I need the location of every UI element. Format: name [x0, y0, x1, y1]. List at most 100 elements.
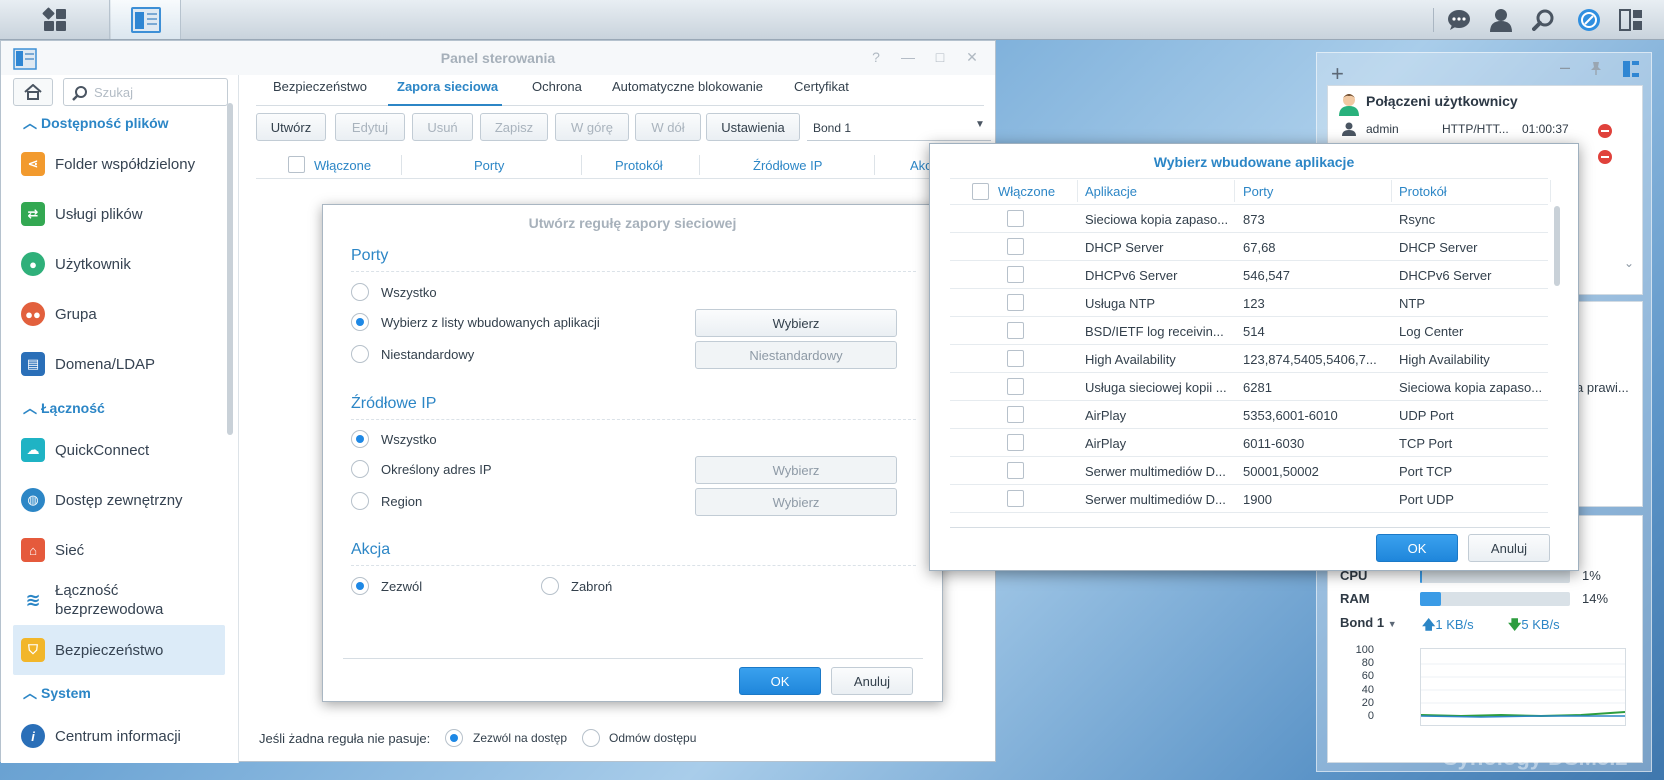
taskbar-control-panel-button[interactable]: [111, 0, 181, 39]
app-enable-checkbox[interactable]: [1007, 434, 1024, 451]
app-row[interactable]: AirPlay 6011-6030 TCP Port: [950, 429, 1548, 457]
sidebar-item-external-access[interactable]: ◍ Dostęp zewnętrzny: [13, 475, 225, 525]
app-enable-checkbox[interactable]: [1007, 406, 1024, 423]
search-input[interactable]: Szukaj: [63, 78, 228, 106]
main-menu-button[interactable]: [0, 0, 110, 39]
app-row[interactable]: AirPlay 5353,6001-6010 UDP Port: [950, 401, 1548, 429]
tab-security[interactable]: Bezpieczeństwo: [273, 79, 367, 94]
section-file-access[interactable]: ︿ Dostępność plików: [23, 113, 169, 133]
sidebar-item-quickconnect[interactable]: ☁ QuickConnect: [13, 425, 225, 475]
bond-selector[interactable]: Bond 1 ▼: [1340, 615, 1397, 630]
sidebar-item-security[interactable]: ⛉ Bezpieczeństwo: [13, 625, 225, 675]
notifications-icon[interactable]: [1446, 7, 1472, 33]
apps-cancel-button[interactable]: Anuluj: [1468, 534, 1550, 562]
search-icon[interactable]: [1530, 7, 1556, 33]
app-row[interactable]: DHCPv6 Server 546,547 DHCPv6 Server: [950, 261, 1548, 289]
select-ip-button[interactable]: Wybierz: [695, 456, 897, 484]
column-enabled[interactable]: Włączone: [998, 184, 1055, 199]
sidebar-item-domain-ldap[interactable]: ▤ Domena/LDAP: [13, 339, 225, 389]
window-titlebar[interactable]: Panel sterowania ? — □ ✕: [1, 41, 995, 75]
tab-firewall[interactable]: Zapora sieciowa: [397, 79, 498, 94]
app-enable-checkbox[interactable]: [1007, 322, 1024, 339]
widgets-icon[interactable]: [1618, 7, 1644, 33]
app-enable-checkbox[interactable]: [1007, 350, 1024, 367]
app-row[interactable]: BSD/IETF log receivin... 514 Log Center: [950, 317, 1548, 345]
ports-custom-radio[interactable]: [351, 345, 369, 363]
kick-user-icon[interactable]: [1598, 124, 1612, 138]
move-up-button[interactable]: W górę: [555, 113, 629, 141]
sidebar-item-file-services[interactable]: ⇄ Usługi plików: [13, 189, 225, 239]
section-system[interactable]: ︿ System: [23, 683, 91, 703]
column-protocol[interactable]: Protokół: [615, 158, 663, 173]
app-row[interactable]: Usługa sieciowej kopii ... 6281 Sieciowa k…: [950, 373, 1548, 401]
tab-auto-block[interactable]: Automatyczne blokowanie: [612, 79, 763, 94]
delete-button[interactable]: Usuń: [412, 113, 473, 141]
app-enable-checkbox[interactable]: [1007, 210, 1024, 227]
rule-cancel-button[interactable]: Anuluj: [831, 667, 913, 695]
app-row[interactable]: Serwer multimediów D... 50001,50002 Port T…: [950, 457, 1548, 485]
source-all-radio[interactable]: [351, 430, 369, 448]
pin-icon[interactable]: [1589, 61, 1601, 75]
select-region-button[interactable]: Wybierz: [695, 488, 897, 516]
sidebar-item-wireless[interactable]: ≋ Łączność bezprzewodowa: [13, 575, 225, 625]
save-button[interactable]: Zapisz: [480, 113, 548, 141]
panel-layout-icon[interactable]: [1623, 61, 1639, 80]
source-region-radio[interactable]: [351, 492, 369, 510]
action-allow-radio[interactable]: [351, 577, 369, 595]
custom-ports-button[interactable]: Niestandardowy: [695, 341, 897, 369]
app-enable-checkbox[interactable]: [1007, 490, 1024, 507]
sidebar-item-user[interactable]: ● Użytkownik: [13, 239, 225, 289]
allow-access-radio[interactable]: [445, 729, 463, 747]
source-specific-radio[interactable]: [351, 460, 369, 478]
apps-list-scrollbar[interactable]: [1554, 206, 1560, 286]
create-button[interactable]: Utwórz: [256, 113, 326, 141]
app-row[interactable]: DHCP Server 67,68 DHCP Server: [950, 233, 1548, 261]
minimize-icon[interactable]: –: [1560, 57, 1570, 78]
app-row[interactable]: High Availability 123,874,5405,5406,7... H…: [950, 345, 1548, 373]
app-enable-checkbox[interactable]: [1007, 462, 1024, 479]
select-all-checkbox[interactable]: [288, 156, 305, 173]
app-enable-checkbox[interactable]: [1007, 238, 1024, 255]
app-enable-checkbox[interactable]: [1007, 378, 1024, 395]
column-ports[interactable]: Porty: [1243, 184, 1273, 199]
action-deny-radio[interactable]: [541, 577, 559, 595]
edit-button[interactable]: Edytuj: [335, 113, 405, 141]
sidebar-item-network[interactable]: ⌂ Sieć: [13, 525, 225, 575]
section-connectivity[interactable]: ︿ Łączność: [23, 398, 105, 418]
home-button[interactable]: [13, 78, 53, 106]
select-apps-button[interactable]: Wybierz: [695, 309, 897, 337]
ports-all-radio[interactable]: [351, 283, 369, 301]
column-source-ip[interactable]: Źródłowe IP: [753, 158, 822, 173]
select-all-apps-checkbox[interactable]: [972, 183, 989, 200]
settings-button[interactable]: Ustawienia: [706, 113, 800, 141]
sidebar-item-info-center[interactable]: i Centrum informacji: [13, 711, 225, 761]
close-icon[interactable]: ✕: [963, 49, 981, 66]
rule-ok-button[interactable]: OK: [739, 667, 821, 695]
tab-protection[interactable]: Ochrona: [532, 79, 582, 94]
column-protocol[interactable]: Protokół: [1399, 184, 1447, 199]
help-icon[interactable]: ?: [867, 49, 885, 65]
kick-user-icon[interactable]: [1598, 150, 1612, 164]
apps-ok-button[interactable]: OK: [1376, 534, 1458, 562]
dsm-help-icon[interactable]: [1576, 7, 1602, 33]
sidebar-scrollbar[interactable]: [227, 103, 233, 435]
sidebar-item-group[interactable]: ●● Grupa: [13, 289, 225, 339]
sidebar-item-shared-folder[interactable]: ⋖ Folder współdzielony: [13, 139, 225, 189]
add-widget-icon[interactable]: +: [1331, 61, 1344, 87]
interface-select[interactable]: Bond 1 ▼: [807, 113, 991, 141]
move-down-button[interactable]: W dół: [635, 113, 701, 141]
tab-certificate[interactable]: Certyfikat: [794, 79, 849, 94]
column-enabled[interactable]: Włączone: [314, 158, 371, 173]
maximize-icon[interactable]: □: [931, 49, 949, 65]
chevron-down-icon[interactable]: ⌄: [1624, 256, 1634, 270]
app-row[interactable]: Usługa NTP 123 NTP: [950, 289, 1548, 317]
ports-builtin-radio[interactable]: [351, 313, 369, 331]
minimize-icon[interactable]: —: [899, 49, 917, 65]
column-applications[interactable]: Aplikacje: [1085, 184, 1137, 199]
app-enable-checkbox[interactable]: [1007, 294, 1024, 311]
user-icon[interactable]: [1488, 7, 1514, 33]
column-ports[interactable]: Porty: [474, 158, 504, 173]
deny-access-radio[interactable]: [582, 729, 600, 747]
app-enable-checkbox[interactable]: [1007, 266, 1024, 283]
app-row[interactable]: Sieciowa kopia zapaso... 873 Rsync: [950, 205, 1548, 233]
